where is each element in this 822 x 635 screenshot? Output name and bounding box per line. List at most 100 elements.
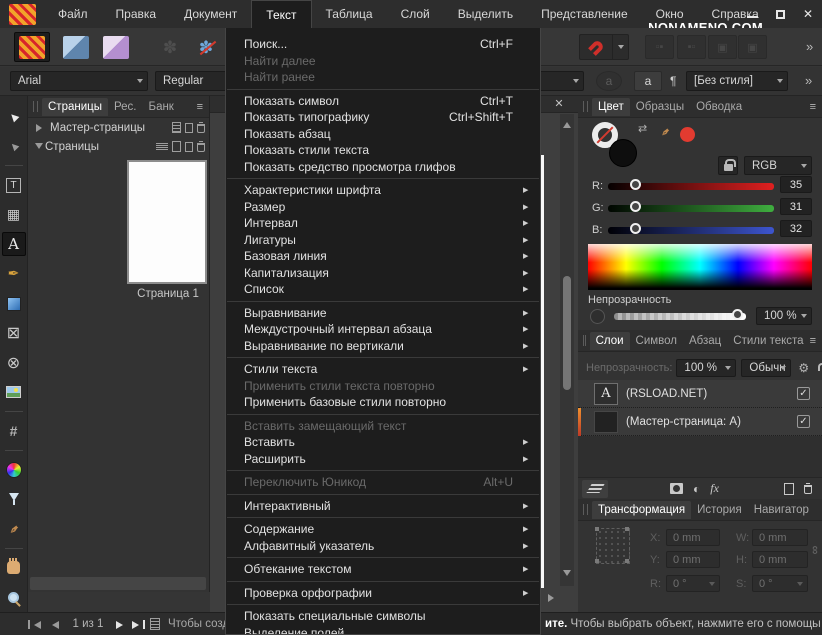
gear-icon[interactable]: ⚙ — [798, 361, 809, 375]
menu-item[interactable]: Проверка орфографии ▶ — [226, 585, 540, 602]
layer-visibility-checkbox[interactable]: ✓ — [797, 415, 810, 428]
menu-item[interactable]: Характеристики шрифта ▶ — [226, 182, 540, 199]
delete-page-icon[interactable] — [197, 141, 205, 152]
tab-history[interactable]: История — [691, 501, 748, 519]
menu-item[interactable]: Переключить Юникод Alt+U ▶ — [226, 474, 540, 491]
menu-item[interactable]: Найти далее ▶ — [226, 53, 540, 70]
tab-text-styles[interactable]: Стили текста — [727, 332, 809, 350]
layer-visibility-checkbox[interactable]: ✓ — [797, 387, 810, 400]
blue-value[interactable]: 32 — [780, 220, 812, 237]
layer-opacity-select[interactable]: 100 % — [676, 359, 737, 377]
menubar-item[interactable]: Документ — [170, 0, 251, 28]
delete-master-icon[interactable] — [197, 122, 205, 133]
designer-persona-button[interactable] — [58, 32, 94, 62]
master-pages-row[interactable]: Мастер-страницы — [28, 118, 209, 137]
green-value[interactable]: 31 — [780, 198, 812, 215]
fontbar-overflow-button[interactable]: » — [805, 73, 812, 88]
menu-item[interactable]: Показать типографику Ctrl+Shift+T ▶ — [226, 109, 540, 126]
menu-item[interactable]: Показать символ Ctrl+T ▶ — [226, 93, 540, 110]
menu-item[interactable]: Базовая линия ▶ — [226, 248, 540, 265]
font-family-select[interactable]: Arial — [10, 71, 148, 91]
duplicate-page-icon[interactable] — [185, 139, 198, 152]
tab-layers[interactable]: Слои — [589, 331, 630, 350]
menu-item[interactable]: Поиск... Ctrl+F ▶ — [226, 36, 540, 53]
swap-colors-icon[interactable]: ⇄ — [638, 122, 647, 135]
zoom-tool[interactable] — [2, 585, 26, 609]
menubar-item[interactable]: Таблица — [312, 0, 387, 28]
link-dimensions-icon[interactable]: ∞ — [808, 546, 822, 555]
red-slider[interactable] — [608, 179, 774, 190]
maximize-button[interactable] — [772, 6, 788, 22]
menu-item[interactable]: Вставить замещающий текст ▶ — [226, 418, 540, 435]
tab-bank[interactable]: Банк — [143, 98, 180, 116]
menu-item[interactable]: Найти ранее ▶ — [226, 69, 540, 86]
layer-effects-icon[interactable]: fx — [710, 481, 719, 496]
snapping-button[interactable] — [579, 34, 613, 60]
menubar-item[interactable]: Выделить — [444, 0, 527, 28]
panel-menu-icon[interactable]: ≡ — [810, 101, 816, 113]
previous-page-button[interactable] — [48, 620, 59, 632]
slider-handle[interactable] — [732, 309, 743, 320]
lock-button[interactable] — [718, 156, 738, 175]
menu-item[interactable]: Содержание ▶ — [226, 521, 540, 538]
gradient-tool[interactable] — [2, 292, 26, 316]
menu-item[interactable]: Список ▶ — [226, 281, 540, 298]
menubar-item[interactable]: Текст — [251, 0, 312, 28]
menu-item[interactable]: Междустрочный интервал абзаца ▶ — [226, 321, 540, 338]
menu-item[interactable]: Показать абзац ▶ — [226, 126, 540, 143]
panel-drag-handle[interactable] — [33, 101, 38, 112]
expand-arrow-icon[interactable] — [36, 123, 46, 132]
font-size-select[interactable] — [538, 71, 584, 91]
blue-slider[interactable] — [608, 223, 774, 234]
eyedropper-icon[interactable]: ✒ — [657, 123, 674, 140]
menu-item[interactable]: Показать стили текста ▶ — [226, 142, 540, 159]
snapping-dropdown[interactable] — [613, 34, 629, 60]
menu-item[interactable]: Лигатуры ▶ — [226, 232, 540, 249]
menubar-item[interactable]: Представление — [527, 0, 642, 28]
slider-handle[interactable] — [629, 201, 641, 212]
tab-transform[interactable]: Трансформация — [592, 500, 692, 519]
pilcrow-toggle[interactable]: ¶ — [670, 74, 676, 88]
red-value[interactable]: 35 — [780, 176, 812, 193]
menubar-item[interactable]: Слой — [387, 0, 444, 28]
publisher-persona-button[interactable] — [14, 32, 50, 62]
menu-item[interactable]: Выделение полей ▶ — [226, 625, 540, 634]
tab-pages[interactable]: Страницы — [42, 97, 108, 116]
crop-tool[interactable]: # — [2, 419, 26, 443]
fill-tool[interactable] — [2, 458, 26, 482]
move-tool[interactable]: ▲ — [2, 105, 26, 129]
opacity-select[interactable]: 100 % — [756, 307, 812, 325]
tab-character[interactable]: Символ — [630, 332, 683, 350]
menu-item[interactable]: Обтекание текстом ▶ — [226, 561, 540, 578]
menu-item[interactable]: Показать специальные символы ▶ — [226, 608, 540, 625]
menubar-item[interactable]: Правка — [102, 0, 171, 28]
tab-color[interactable]: Цвет — [592, 97, 630, 116]
duplicate-master-icon[interactable] — [185, 120, 198, 133]
menu-item[interactable]: Выравнивание по вертикали ▶ — [226, 338, 540, 355]
tab-stroke[interactable]: Обводка — [690, 98, 748, 116]
artistic-text-tool[interactable]: А — [1, 232, 26, 257]
page-list-icon[interactable] — [156, 142, 168, 151]
menu-item[interactable]: Выравнивание ▶ — [226, 305, 540, 322]
pages-panel-scrollbar[interactable] — [30, 577, 206, 590]
tab-resources[interactable]: Рес. — [108, 98, 143, 116]
menu-item[interactable]: Капитализация ▶ — [226, 265, 540, 282]
pen-tool[interactable]: ✒ — [2, 262, 26, 286]
minimize-button[interactable] — [744, 6, 760, 22]
rectangle-frame-tool[interactable]: ⊠ — [2, 321, 26, 345]
layer-row-1[interactable]: A (RSLOAD.NET) ✓ — [578, 380, 822, 408]
mask-layer-icon[interactable] — [670, 483, 683, 494]
green-slider[interactable] — [608, 201, 774, 212]
menu-item[interactable]: Расширить ▶ — [226, 451, 540, 468]
blend-mode-select[interactable]: Обычн — [741, 359, 792, 377]
menu-item[interactable]: Интервал ▶ — [226, 215, 540, 232]
preview-toggle-button[interactable]: ✽ — [188, 32, 224, 62]
scroll-up-icon[interactable] — [563, 118, 571, 128]
menu-item[interactable]: Применить стили текста повторно ▶ — [226, 378, 540, 395]
artistic-text-button[interactable]: a — [634, 71, 662, 91]
menu-item[interactable]: Интерактивный ▶ — [226, 498, 540, 515]
table-tool[interactable]: ▦ — [2, 203, 26, 227]
color-spectrum[interactable] — [588, 244, 812, 290]
menu-item[interactable]: Алфавитный указатель ▶ — [226, 538, 540, 555]
transparency-tool[interactable] — [2, 487, 26, 511]
